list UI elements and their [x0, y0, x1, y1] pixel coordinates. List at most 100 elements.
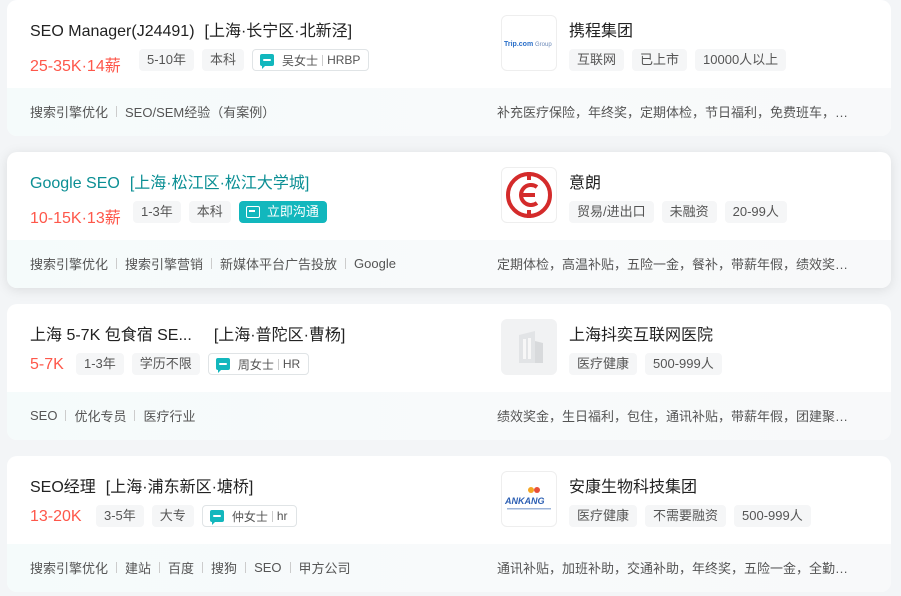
salary: 13-20K: [30, 508, 82, 525]
experience-tag: 1-3年: [76, 353, 124, 375]
svg-text:Group: Group: [535, 42, 552, 48]
divider: [116, 258, 118, 269]
skill-tag: 百度: [168, 561, 195, 576]
company-name[interactable]: 意朗: [569, 169, 601, 193]
recruiter-name: 仲女士: [231, 509, 268, 524]
skill-list: SEO 优化专员 医疗行业: [30, 406, 196, 425]
job-card[interactable]: 上海 5-7K 包食宿 SE... [上海·普陀区·曹杨] 5-7K 1-3年 学…: [7, 304, 891, 440]
job-title[interactable]: Google SEO [上海·松江区·松江大学城]: [30, 169, 309, 193]
job-location: [上海·浦东新区·塘桥]: [105, 479, 254, 496]
chat-icon: [260, 54, 275, 69]
divider: [159, 562, 161, 573]
divider: [245, 562, 247, 573]
recruiter-role: HRBP: [327, 53, 361, 67]
divider: [345, 258, 347, 269]
recruiter-role: hr: [276, 509, 288, 523]
skill-tag: SEO: [254, 560, 282, 575]
recruiter-role: HR: [282, 357, 301, 371]
chat-icon: [209, 510, 224, 525]
divider: [134, 410, 136, 421]
industry-tag: 医疗健康: [569, 505, 638, 527]
job-location: [上海·普陀区·曹杨]: [213, 327, 346, 344]
company-logo[interactable]: [501, 167, 557, 223]
company-name[interactable]: 上海抖奕互联网医院: [569, 321, 713, 345]
industry-tag: 互联网: [569, 49, 625, 71]
company-name[interactable]: 携程集团: [569, 17, 633, 41]
salary: 25-35K·14薪: [30, 58, 121, 75]
skill-tag: 搜索引擎营销: [125, 257, 204, 272]
tripcom-logo-icon: Trip.com Group: [504, 41, 552, 48]
skill-tag: 搜索引擎优化: [30, 257, 109, 272]
experience-tag: 5-10年: [139, 49, 195, 71]
degree-tag: 本科: [188, 201, 231, 223]
industry-tag: 贸易/进出口: [569, 201, 654, 223]
job-title[interactable]: SEO Manager(J24491) [上海·长宁区·北新泾]: [30, 17, 352, 41]
divider: [271, 510, 273, 522]
benefits-text: 通讯补贴，加班补助，交通补助，年终奖，五险一金，全勤…: [497, 561, 849, 576]
skill-tag: 优化专员: [74, 409, 127, 424]
job-card[interactable]: SEO经理 [上海·浦东新区·塘桥] 13-20K 3-5年 大专 仲女士 hr …: [7, 456, 891, 592]
company-name[interactable]: 安康生物科技集团: [569, 473, 697, 497]
skill-tag: Google: [354, 256, 396, 271]
salary: 5-7K: [30, 356, 64, 373]
job-name[interactable]: Google SEO: [30, 175, 120, 192]
size-tag: 10000人以上: [695, 49, 787, 71]
job-name[interactable]: 上海 5-7K 包食宿 SE...: [30, 327, 192, 344]
divider: [322, 54, 324, 66]
chat-now-button[interactable]: 立即沟通: [238, 201, 327, 223]
skill-tag: 新媒体平台广告投放: [220, 257, 338, 272]
svg-text:Trip.com: Trip.com: [504, 41, 533, 48]
job-location: [上海·长宁区·北新泾]: [204, 23, 353, 40]
yilang-logo-icon: [506, 172, 552, 218]
job-name[interactable]: SEO Manager(J24491): [30, 23, 195, 40]
company-logo[interactable]: Trip.com Group: [501, 15, 557, 71]
benefits-text: 绩效奖金，生日福利，包住，通讯补贴，带薪年假，团建聚…: [497, 409, 849, 424]
job-title[interactable]: SEO经理 [上海·浦东新区·塘桥]: [30, 473, 253, 497]
divider: [277, 358, 279, 370]
skill-tag: SEO: [30, 408, 58, 423]
skill-list: 搜索引擎优化 SEO/SEM经验（有案例）: [30, 102, 275, 121]
divider: [289, 562, 291, 573]
company-logo[interactable]: ANKANG: [501, 471, 557, 527]
benefits-text: 补充医疗保险，年终奖，定期体检，节日福利，免费班车，…: [497, 105, 849, 120]
skill-tag: 搜索引擎优化: [30, 561, 109, 576]
funding-tag: 已上市: [632, 49, 688, 71]
salary: 10-15K·13薪: [30, 210, 121, 227]
job-card[interactable]: SEO Manager(J24491) [上海·长宁区·北新泾] 25-35K·1…: [7, 0, 891, 136]
experience-tag: 3-5年: [96, 505, 144, 527]
chat-icon: [245, 206, 260, 218]
skill-tag: 搜索引擎优化: [30, 105, 109, 120]
divider: [65, 410, 67, 421]
skill-tag: 甲方公司: [298, 561, 351, 576]
degree-tag: 本科: [202, 49, 245, 71]
divider: [116, 562, 118, 573]
degree-tag: 学历不限: [131, 353, 200, 375]
recruiter-name: 吴女士: [282, 53, 319, 68]
funding-tag: 不需要融资: [645, 505, 727, 527]
svg-text:ANKANG: ANKANG: [504, 496, 545, 506]
job-title[interactable]: 上海 5-7K 包食宿 SE... [上海·普陀区·曹杨]: [30, 321, 345, 345]
skill-list: 搜索引擎优化 建站 百度 搜狗 SEO 甲方公司: [30, 558, 351, 577]
divider: [211, 258, 213, 269]
degree-tag: 大专: [151, 505, 194, 527]
job-card[interactable]: Google SEO [上海·松江区·松江大学城] 10-15K·13薪 1-3年…: [7, 152, 891, 288]
experience-tag: 1-3年: [133, 201, 181, 223]
recruiter-badge[interactable]: 吴女士 HRBP: [252, 49, 370, 71]
skill-tag: 建站: [125, 561, 152, 576]
size-tag: 500-999人: [734, 505, 811, 527]
building-placeholder-icon: [519, 331, 543, 363]
company-logo[interactable]: [501, 319, 557, 375]
recruiter-badge[interactable]: 仲女士 hr: [201, 505, 297, 527]
job-name[interactable]: SEO经理: [30, 479, 96, 496]
skill-tag: 搜狗: [211, 561, 238, 576]
job-location: [上海·松江区·松江大学城]: [129, 175, 310, 192]
funding-tag: 未融资: [661, 201, 717, 223]
chat-icon: [215, 358, 230, 373]
recruiter-name: 周女士: [237, 357, 274, 372]
benefits-text: 定期体检，高温补贴，五险一金，餐补，带薪年假，绩效奖…: [497, 257, 849, 272]
industry-tag: 医疗健康: [569, 353, 638, 375]
size-tag: 20-99人: [724, 201, 787, 223]
recruiter-badge[interactable]: 周女士 HR: [207, 353, 310, 375]
ankang-logo-icon: ANKANG: [504, 487, 551, 510]
size-tag: 500-999人: [645, 353, 722, 375]
